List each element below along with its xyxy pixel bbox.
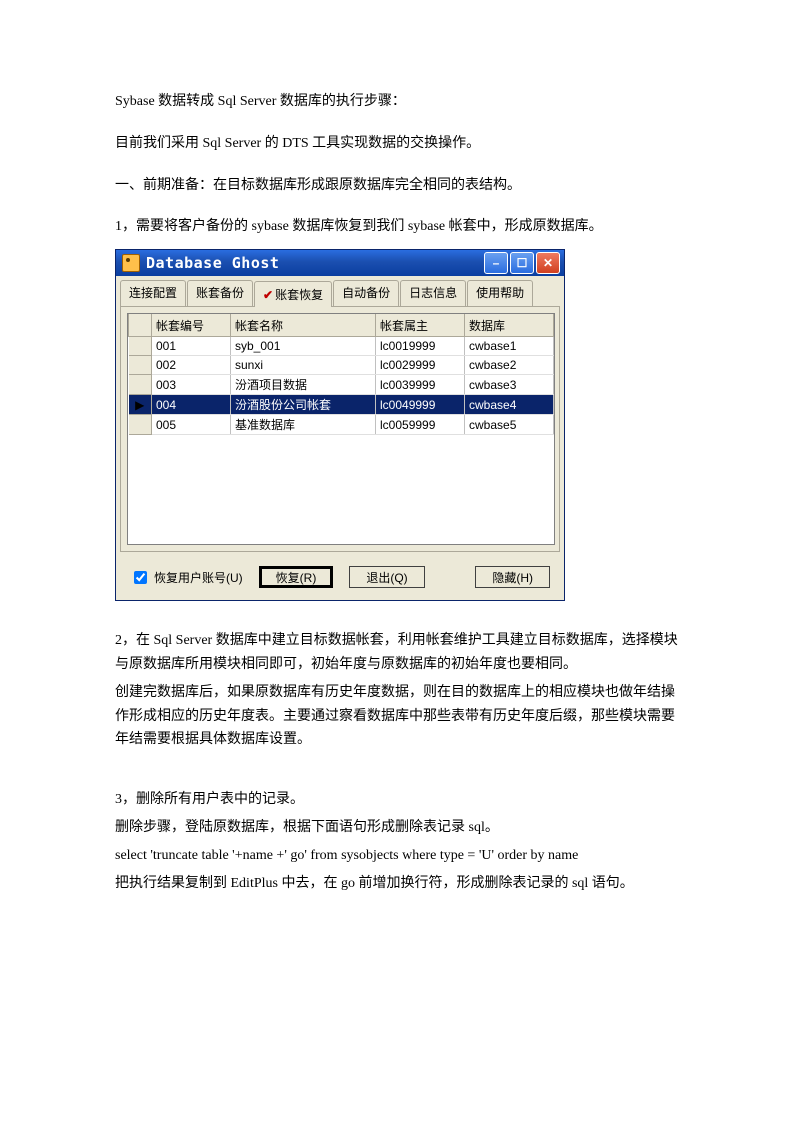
cell-id[interactable]: 002 [152, 356, 231, 375]
col-db[interactable]: 数据库 [465, 314, 554, 337]
doc-p4a: 2，在 Sql Server 数据库中建立目标数据帐套，利用帐套维护工具建立目标… [115, 629, 678, 677]
cell-db[interactable]: cwbase1 [465, 337, 554, 356]
cell-owner[interactable]: lc0049999 [376, 395, 465, 415]
table-row[interactable]: 003汾酒项目数据lc0039999cwbase3 [129, 375, 554, 395]
cell-name[interactable]: syb_001 [231, 337, 376, 356]
restore-button[interactable]: 恢复(R) [259, 566, 334, 588]
tab-auto[interactable]: 自动备份 [333, 280, 399, 306]
row-marker: ▶ [129, 395, 152, 415]
cell-name[interactable]: 汾酒项目数据 [231, 375, 376, 395]
tab-pane: 帐套编号 帐套名称 帐套属主 数据库 001syb_001lc0019999cw… [120, 306, 560, 552]
database-ghost-window: Database Ghost – ☐ ✕ 连接配置 账套备份 ✔账套恢复 自动备… [115, 249, 565, 601]
tab-restore[interactable]: ✔账套恢复 [254, 281, 332, 307]
table-row[interactable]: 002sunxilc0029999cwbase2 [129, 356, 554, 375]
doc-p3: 1，需要将客户备份的 sybase 数据库恢复到我们 sybase 帐套中，形成… [115, 215, 678, 239]
cell-id[interactable]: 004 [152, 395, 231, 415]
hide-button[interactable]: 隐藏(H) [475, 566, 550, 588]
maximize-button[interactable]: ☐ [510, 252, 534, 274]
tab-backup[interactable]: 账套备份 [187, 280, 253, 306]
doc-title: Sybase 数据转成 Sql Server 数据库的执行步骤： [115, 90, 678, 114]
minimize-button[interactable]: – [484, 252, 508, 274]
window-title: Database Ghost [146, 254, 484, 272]
cell-owner[interactable]: lc0039999 [376, 375, 465, 395]
cell-db[interactable]: cwbase2 [465, 356, 554, 375]
cell-id[interactable]: 005 [152, 415, 231, 435]
cell-db[interactable]: cwbase5 [465, 415, 554, 435]
doc-p5c: select 'truncate table '+name +' go' fro… [115, 844, 678, 868]
doc-p2: 一、前期准备：在目标数据库形成跟原数据库完全相同的表结构。 [115, 174, 678, 198]
close-button[interactable]: ✕ [536, 252, 560, 274]
row-marker [129, 337, 152, 356]
col-id[interactable]: 帐套编号 [152, 314, 231, 337]
cell-db[interactable]: cwbase3 [465, 375, 554, 395]
doc-p5b: 删除步骤，登陆原数据库，根据下面语句形成删除表记录 sql。 [115, 816, 678, 840]
cell-name[interactable]: 汾酒股份公司帐套 [231, 395, 376, 415]
row-marker [129, 415, 152, 435]
tab-log[interactable]: 日志信息 [400, 280, 466, 306]
checkmark-icon: ✔ [263, 288, 273, 302]
app-icon [122, 254, 140, 272]
tab-connect[interactable]: 连接配置 [120, 280, 186, 306]
cell-owner[interactable]: lc0019999 [376, 337, 465, 356]
titlebar[interactable]: Database Ghost – ☐ ✕ [116, 250, 564, 276]
table-row[interactable]: 005基准数据库lc0059999cwbase5 [129, 415, 554, 435]
col-name[interactable]: 帐套名称 [231, 314, 376, 337]
row-marker [129, 375, 152, 395]
doc-p5d: 把执行结果复制到 EditPlus 中去，在 go 前增加换行符，形成删除表记录… [115, 872, 678, 896]
tab-help[interactable]: 使用帮助 [467, 280, 533, 306]
cell-db[interactable]: cwbase4 [465, 395, 554, 415]
exit-button[interactable]: 退出(Q) [349, 566, 424, 588]
doc-p1: 目前我们采用 Sql Server 的 DTS 工具实现数据的交换操作。 [115, 132, 678, 156]
restore-user-account-input[interactable] [134, 571, 147, 584]
restore-user-account-label: 恢复用户账号(U) [154, 569, 243, 586]
button-row: 恢复用户账号(U) 恢复(R) 退出(Q) 隐藏(H) [116, 558, 564, 600]
col-owner[interactable]: 帐套属主 [376, 314, 465, 337]
cell-id[interactable]: 003 [152, 375, 231, 395]
doc-p5a: 3，删除所有用户表中的记录。 [115, 788, 678, 812]
tab-strip: 连接配置 账套备份 ✔账套恢复 自动备份 日志信息 使用帮助 [116, 276, 564, 306]
tab-restore-label: 账套恢复 [275, 288, 323, 302]
doc-p4b: 创建完数据库后，如果原数据库有历史年度数据，则在目的数据库上的相应模块也做年结操… [115, 681, 678, 752]
table-row[interactable]: 001syb_001lc0019999cwbase1 [129, 337, 554, 356]
row-marker [129, 356, 152, 375]
cell-name[interactable]: sunxi [231, 356, 376, 375]
data-grid[interactable]: 帐套编号 帐套名称 帐套属主 数据库 001syb_001lc0019999cw… [127, 313, 555, 545]
table-row[interactable]: ▶004汾酒股份公司帐套lc0049999cwbase4 [129, 395, 554, 415]
cell-owner[interactable]: lc0029999 [376, 356, 465, 375]
row-selector-header [129, 314, 152, 337]
cell-id[interactable]: 001 [152, 337, 231, 356]
cell-owner[interactable]: lc0059999 [376, 415, 465, 435]
restore-user-account-checkbox[interactable]: 恢复用户账号(U) [130, 568, 243, 587]
cell-name[interactable]: 基准数据库 [231, 415, 376, 435]
